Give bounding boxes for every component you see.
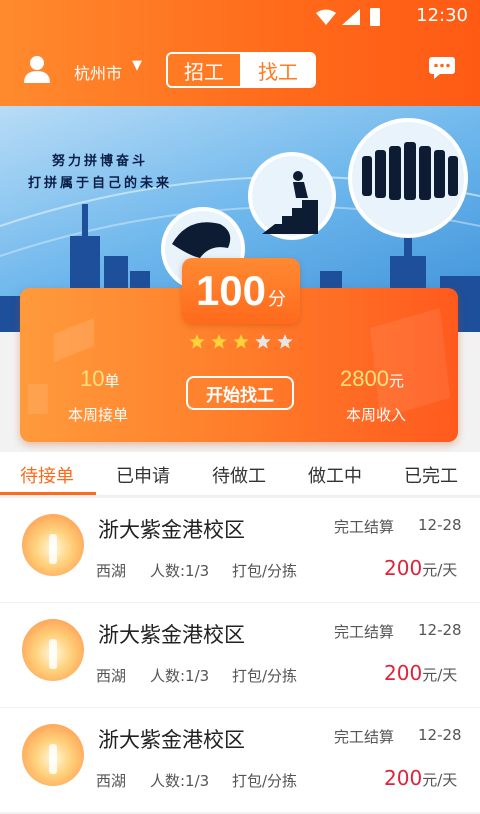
caret-down-icon[interactable]: ▼ [132,58,142,73]
job-settlement: 完工结算 [334,623,395,641]
job-list-item[interactable]: 浙大紫金港校区 完工结算 12-28 西湖 人数:1/3 打包/分拣 200元/… [0,603,480,707]
job-type: 打包/分拣 [232,667,298,685]
weekly-orders: 10单 [80,366,120,392]
job-price-value: 200 [384,556,423,580]
job-settlement: 完工结算 [334,518,395,536]
segment-find-work[interactable]: 找工 [242,54,314,86]
rating-stars [189,334,293,349]
job-area: 西湖 [96,772,127,790]
job-date: 12-28 [418,726,462,744]
star-icon [255,334,271,349]
job-price-unit: 元/天 [422,666,458,684]
banner-slogan-line2: 打拼属于自己的未来 [28,176,173,191]
job-type: 打包/分拣 [232,562,298,580]
job-title: 浙大紫金港校区 [98,518,245,542]
job-avatar [22,724,84,786]
star-icon [189,334,205,349]
app-header: 12:30 杭州市 ▼ 招工 找工 [0,0,480,106]
tab-working[interactable]: 做工中 [308,462,362,488]
job-list-item[interactable]: 浙大紫金港校区 完工结算 12-28 西湖 人数:1/3 打包/分拣 200元/… [0,708,480,812]
star-icon [277,334,293,349]
user-icon[interactable] [22,54,52,84]
score-badge: 100 分 [182,258,300,324]
weekly-income-label: 本周收入 [346,406,407,424]
job-headcount: 人数:1/3 [150,667,210,685]
weekly-income-value: 2800 [340,366,389,391]
orb-medium [248,152,336,240]
job-title: 浙大紫金港校区 [98,623,245,647]
status-time: 12:30 [416,5,468,26]
job-price-value: 200 [384,766,423,790]
job-title: 浙大紫金港校区 [98,728,245,752]
job-headcount: 人数:1/3 [150,562,210,580]
battery-icon [370,8,380,26]
weekly-orders-unit: 单 [104,373,120,390]
job-list-item[interactable]: 浙大紫金港校区 完工结算 12-28 西湖 人数:1/3 打包/分拣 200元/… [0,498,480,602]
job-settlement: 完工结算 [334,728,395,746]
tab-pending[interactable]: 待接单 [20,462,74,488]
start-find-work-button[interactable]: 开始找工 [186,376,294,410]
job-price: 200元/天 [384,661,457,685]
weekly-orders-label: 本周接单 [68,406,129,424]
job-headcount: 人数:1/3 [150,772,210,790]
weekly-orders-value: 10 [80,366,105,391]
job-price-value: 200 [384,661,423,685]
city-selector[interactable]: 杭州市 [74,60,122,84]
star-icon [233,334,249,349]
signal-icon [342,9,360,25]
wifi-icon [316,9,336,25]
job-area: 西湖 [96,562,127,580]
job-price-unit: 元/天 [422,561,458,579]
job-date: 12-28 [418,516,462,534]
top-nav: 杭州市 ▼ 招工 找工 [0,52,480,88]
weekly-income: 2800元 [340,366,404,392]
mode-switch: 招工 找工 [166,52,316,88]
tab-active-underline [0,492,96,495]
order-tabs: 待接单 已申请 待做工 做工中 已完工 [0,452,480,496]
job-avatar [22,619,84,681]
tab-applied[interactable]: 已申请 [116,462,170,488]
star-icon [211,334,227,349]
message-icon[interactable] [428,56,456,80]
segment-recruit[interactable]: 招工 [168,54,240,86]
status-icons [316,8,380,26]
orb-large [348,118,468,238]
job-price-unit: 元/天 [422,771,458,789]
weekly-income-unit: 元 [388,373,404,390]
job-type: 打包/分拣 [232,772,298,790]
tab-finished[interactable]: 已完工 [404,462,458,488]
job-avatar [22,514,84,576]
banner-slogan-line1: 努力拼博奋斗 [52,154,149,169]
job-price: 200元/天 [384,766,457,790]
job-price: 200元/天 [384,556,457,580]
score-unit: 分 [268,289,287,310]
job-date: 12-28 [418,621,462,639]
status-bar: 12:30 [0,0,480,32]
score-value: 100 [195,267,267,314]
job-area: 西湖 [96,667,127,685]
job-list: 浙大紫金港校区 完工结算 12-28 西湖 人数:1/3 打包/分拣 200元/… [0,498,480,813]
tab-to-work[interactable]: 待做工 [212,462,266,488]
